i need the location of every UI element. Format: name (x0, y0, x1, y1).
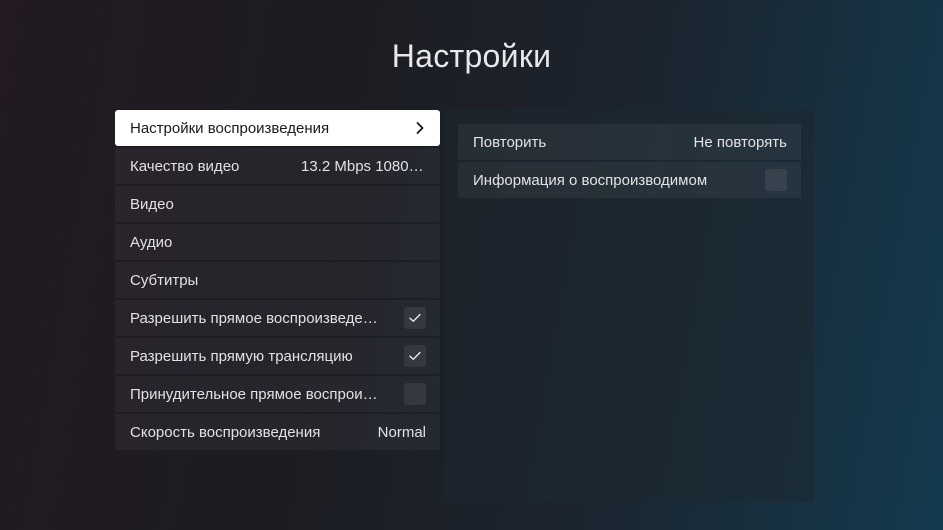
menu-item-label: Качество видео (130, 157, 240, 175)
force-direct-play-checkbox[interactable] (404, 383, 426, 405)
menu-item-video-quality[interactable]: Качество видео 13.2 Mbps 1080p... (115, 148, 440, 184)
menu-item-subtitles[interactable]: Субтитры (115, 262, 440, 298)
menu-item-playback-speed[interactable]: Скорость воспроизведения Normal (115, 414, 440, 450)
settings-menu: Настройки воспроизведения Качество видео… (115, 110, 440, 452)
checkmark-icon (409, 313, 421, 322)
playback-settings-panel: Повторить Не повторять Информация о восп… (445, 110, 814, 502)
menu-item-label: Настройки воспроизведения (130, 119, 330, 137)
menu-item-value: 13.2 Mbps 1080p... (301, 157, 426, 175)
menu-item-label: Разрешить прямое воспроизведен... (130, 309, 380, 327)
checkmark-icon (409, 351, 421, 360)
playback-settings-list: Повторить Не повторять Информация о восп… (458, 124, 801, 200)
setting-now-playing-info[interactable]: Информация о воспроизводимом (458, 162, 801, 198)
setting-label: Повторить (473, 133, 547, 151)
setting-label: Информация о воспроизводимом (473, 171, 708, 189)
menu-item-label: Скорость воспроизведения (130, 423, 321, 441)
setting-value: Не повторять (693, 133, 787, 151)
menu-item-label: Субтитры (130, 271, 199, 289)
menu-item-value: Normal (377, 423, 426, 441)
menu-item-force-direct-play[interactable]: Принудительное прямое воспроиз... (115, 376, 440, 412)
menu-item-label: Принудительное прямое воспроиз... (130, 385, 380, 403)
menu-item-audio[interactable]: Аудио (115, 224, 440, 260)
menu-item-label: Разрешить прямую трансляцию (130, 347, 353, 365)
menu-item-label: Видео (130, 195, 174, 213)
menu-item-allow-direct-play[interactable]: Разрешить прямое воспроизведен... (115, 300, 440, 336)
setting-repeat[interactable]: Повторить Не повторять (458, 124, 801, 160)
page-title: Настройки (391, 38, 552, 74)
direct-play-checkbox[interactable] (404, 307, 426, 329)
menu-item-video[interactable]: Видео (115, 186, 440, 222)
menu-item-label: Аудио (130, 233, 173, 251)
menu-item-allow-direct-stream[interactable]: Разрешить прямую трансляцию (115, 338, 440, 374)
chevron-right-icon (414, 121, 426, 135)
now-playing-info-checkbox[interactable] (765, 169, 787, 191)
menu-item-playback-settings[interactable]: Настройки воспроизведения (115, 110, 440, 146)
direct-stream-checkbox[interactable] (404, 345, 426, 367)
